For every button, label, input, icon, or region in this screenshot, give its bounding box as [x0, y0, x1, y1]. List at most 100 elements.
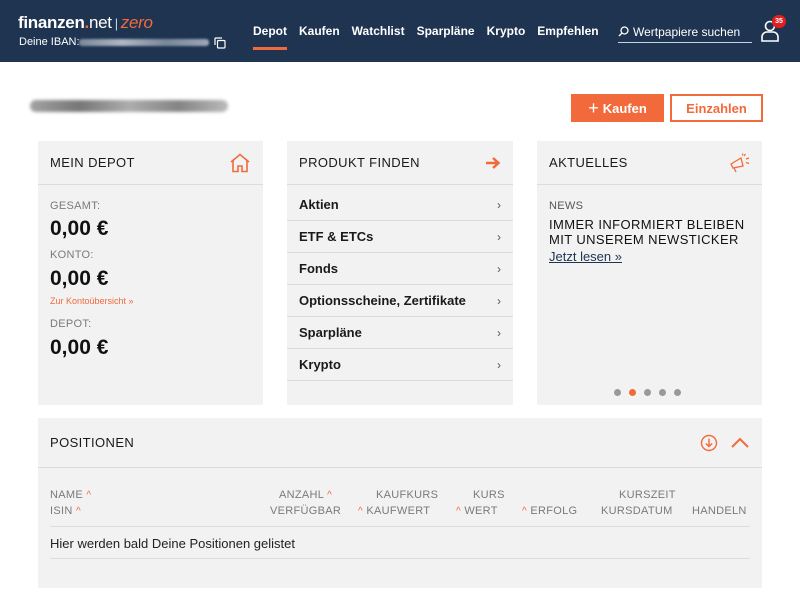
- buy-button[interactable]: + Kaufen: [571, 94, 664, 122]
- column-isin[interactable]: ISIN ^: [50, 505, 81, 517]
- plus-icon: +: [588, 98, 599, 118]
- finanzen-zero-logo[interactable]: finanzen.net | zero: [18, 13, 153, 33]
- column-name[interactable]: NAME ^: [50, 489, 91, 501]
- home-icon[interactable]: [229, 152, 251, 173]
- depot-card-header: MEIN DEPOT: [38, 141, 263, 185]
- chevron-right-icon: ›: [497, 197, 501, 212]
- column-wert[interactable]: ^ WERT: [456, 505, 498, 517]
- logo-separator: |: [114, 16, 118, 31]
- column-kaufwert-label: KAUFWERT: [366, 505, 431, 517]
- carousel-dot-5[interactable]: [674, 389, 681, 396]
- column-name-label: NAME: [50, 489, 83, 501]
- positions-title: POSITIONEN: [50, 435, 135, 450]
- product-card-header[interactable]: PRODUKT FINDEN: [287, 141, 513, 185]
- column-kurs: KURS: [473, 489, 505, 501]
- search-icon: [618, 26, 629, 37]
- product-item-label: ETF & ETCs: [299, 229, 374, 244]
- nav-item-depot[interactable]: Depot: [253, 0, 287, 62]
- news-headline: IMMER INFORMIERT BLEIBEN MIT UNSEREM NEW…: [549, 217, 745, 247]
- megaphone-icon: [730, 152, 750, 172]
- positions-header: POSITIONEN: [38, 418, 762, 468]
- column-wert-label: WERT: [464, 505, 498, 517]
- column-erfolg-label: ERFOLG: [530, 505, 578, 517]
- product-item-sparplaene[interactable]: Sparpläne ›: [287, 317, 513, 349]
- carousel-dot-3[interactable]: [644, 389, 651, 396]
- top-navigation-bar: finanzen.net | zero Deine IBAN: Depot Kauf…: [0, 0, 800, 62]
- search-placeholder: Wertpapiere suchen: [633, 24, 741, 39]
- column-kaufwert[interactable]: ^ KAUFWERT: [358, 505, 430, 517]
- column-verfuegbar: VERFÜGBAR: [270, 505, 342, 517]
- copy-icon[interactable]: [214, 37, 226, 49]
- nav-item-sparplaene[interactable]: Sparpläne: [417, 0, 475, 62]
- product-item-label: Optionsscheine, Zertifikate: [299, 293, 466, 308]
- product-item-etf[interactable]: ETF & ETCs ›: [287, 221, 513, 253]
- positions-empty-message: Hier werden bald Deine Positionen gelist…: [50, 536, 295, 551]
- product-finder-card: PRODUKT FINDEN Aktien › ETF & ETCs › Fonds…: [287, 141, 513, 405]
- sort-up-icon: ^: [86, 490, 92, 501]
- logo-product: zero: [120, 13, 153, 32]
- positions-card: POSITIONEN NAME ^ ISIN ^ ANZAHL ^ VERFÜG…: [38, 418, 762, 588]
- positions-controls: [700, 434, 750, 452]
- carousel-dot-4[interactable]: [659, 389, 666, 396]
- column-anzahl-label: ANZAHL: [279, 489, 324, 501]
- nav-item-empfehlen[interactable]: Empfehlen: [537, 0, 598, 62]
- search-input[interactable]: Wertpapiere suchen: [618, 21, 752, 43]
- chevron-right-icon: ›: [497, 261, 501, 276]
- column-erfolg[interactable]: ^ ERFOLG: [522, 505, 577, 517]
- news-label: NEWS: [549, 200, 584, 212]
- table-divider: [50, 558, 750, 559]
- sort-up-icon: ^: [456, 506, 461, 517]
- deposit-button[interactable]: Einzahlen: [670, 94, 763, 122]
- column-kaufkurs: KAUFKURS: [376, 489, 439, 501]
- depot-card-title: MEIN DEPOT: [50, 155, 135, 170]
- nav-item-krypto[interactable]: Krypto: [487, 0, 526, 62]
- account-value: 0,00 €: [50, 267, 109, 290]
- account-overview-link[interactable]: Zur Kontoübersicht »: [50, 296, 134, 306]
- chevron-right-icon: ›: [497, 357, 501, 372]
- column-handeln: HANDELN: [692, 505, 747, 517]
- column-anzahl[interactable]: ANZAHL ^: [279, 489, 332, 501]
- product-item-fonds[interactable]: Fonds ›: [287, 253, 513, 285]
- arrow-right-icon[interactable]: [485, 156, 501, 170]
- notification-badge[interactable]: 35: [772, 15, 786, 28]
- product-item-krypto[interactable]: Krypto ›: [287, 349, 513, 381]
- nav-item-kaufen[interactable]: Kaufen: [299, 0, 340, 62]
- depot-value: 0,00 €: [50, 336, 109, 359]
- download-icon[interactable]: [700, 434, 718, 452]
- main-nav: Depot Kaufen Watchlist Sparpläne Krypto …: [253, 0, 611, 62]
- carousel-dots: [614, 389, 689, 396]
- sort-up-icon: ^: [327, 490, 333, 501]
- product-item-label: Krypto: [299, 357, 341, 372]
- sort-up-icon: ^: [358, 506, 363, 517]
- product-item-aktien[interactable]: Aktien ›: [287, 189, 513, 221]
- read-more-link[interactable]: Jetzt lesen »: [549, 249, 622, 264]
- column-kurszeit: KURSZEIT: [619, 489, 676, 501]
- product-item-optionsscheine[interactable]: Optionsscheine, Zertifikate ›: [287, 285, 513, 317]
- chevron-right-icon: ›: [497, 229, 501, 244]
- column-kursdatum: KURSDATUM: [601, 505, 673, 517]
- product-list: Aktien › ETF & ETCs › Fonds › Optionsschein…: [287, 189, 513, 381]
- carousel-dot-2[interactable]: [629, 389, 636, 396]
- news-card-title: AKTUELLES: [549, 155, 628, 170]
- total-value: 0,00 €: [50, 217, 109, 240]
- table-divider: [50, 526, 750, 527]
- account-name-redacted: [30, 100, 228, 112]
- product-card-title: PRODUKT FINDEN: [299, 155, 420, 170]
- sort-up-icon: ^: [75, 506, 81, 517]
- carousel-dot-1[interactable]: [614, 389, 621, 396]
- buy-button-label: Kaufen: [602, 100, 647, 116]
- news-card-header: AKTUELLES: [537, 141, 762, 185]
- product-item-label: Fonds: [299, 261, 338, 276]
- news-card: AKTUELLES NEWS IMMER INFORMIERT BLEIBEN …: [537, 141, 762, 405]
- depot-label: DEPOT:: [50, 318, 92, 330]
- chevron-right-icon: ›: [497, 293, 501, 308]
- depot-card: MEIN DEPOT GESAMT: 0,00 € KONTO: 0,00 € …: [38, 141, 263, 405]
- sort-up-icon: ^: [522, 506, 527, 517]
- collapse-chevron-icon[interactable]: [730, 437, 750, 449]
- nav-item-watchlist[interactable]: Watchlist: [352, 0, 405, 62]
- logo-net: net: [88, 13, 112, 32]
- iban-label: Deine IBAN:: [19, 36, 80, 48]
- total-label: GESAMT:: [50, 200, 101, 212]
- chevron-right-icon: ›: [497, 325, 501, 340]
- product-item-label: Aktien: [299, 197, 339, 212]
